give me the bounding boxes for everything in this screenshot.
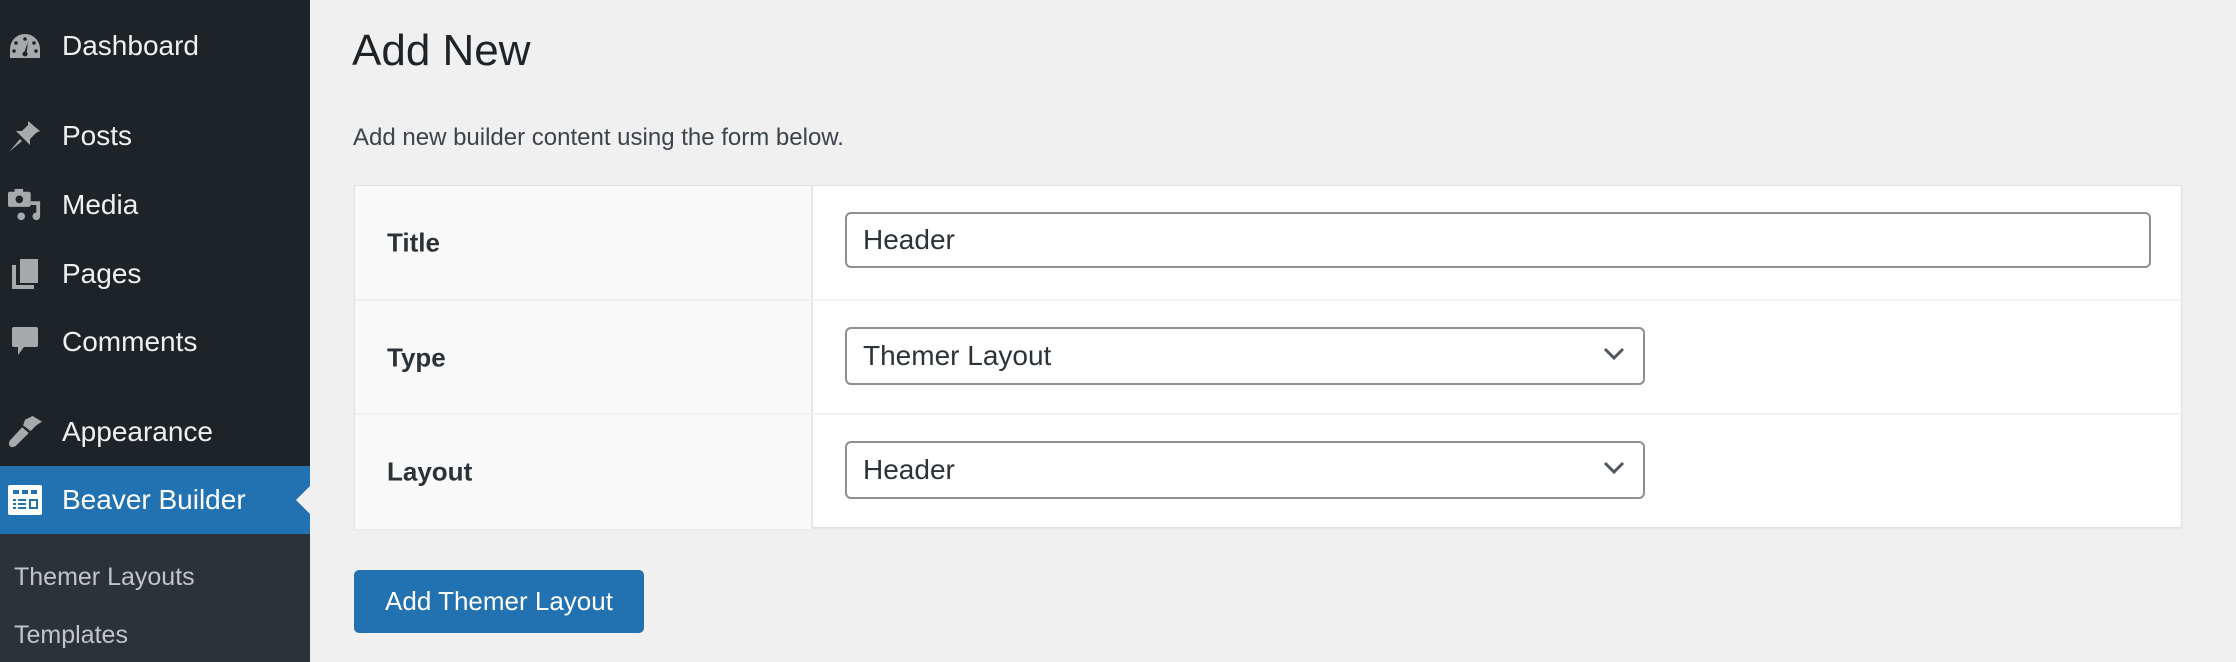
pin-icon <box>8 119 42 153</box>
submenu-item-themer-layouts[interactable]: Themer Layouts <box>14 563 195 592</box>
form-row-layout: Layout Header <box>355 413 2181 529</box>
sidebar-item-posts[interactable]: Posts <box>0 105 310 167</box>
title-input[interactable] <box>845 212 2151 268</box>
chevron-down-icon <box>1603 347 1625 361</box>
add-new-form: Title Type Themer Layout Layout Header <box>354 185 2182 529</box>
sidebar-submenu: Themer Layouts Templates <box>0 534 310 662</box>
type-select[interactable]: Themer Layout <box>845 327 1645 385</box>
page-title: Add New <box>352 26 531 75</box>
dashboard-icon <box>8 29 42 63</box>
title-label: Title <box>387 227 440 258</box>
label-cell: Layout <box>355 415 813 529</box>
type-select-value: Themer Layout <box>863 340 1052 371</box>
sidebar-item-media[interactable]: Media <box>0 174 310 236</box>
sidebar-item-pages[interactable]: Pages <box>0 243 310 305</box>
sidebar-item-beaver-builder[interactable]: Beaver Builder <box>0 466 310 534</box>
form-row-title: Title <box>355 186 2181 300</box>
active-indicator-arrow <box>296 486 310 514</box>
sidebar-item-label: Beaver Builder <box>62 484 246 515</box>
comment-icon <box>8 325 42 359</box>
media-icon <box>8 188 42 222</box>
admin-sidebar: Dashboard Posts Media Pages Comments App… <box>0 0 310 662</box>
sidebar-item-label: Dashboard <box>62 30 199 61</box>
sidebar-item-label: Comments <box>62 326 198 357</box>
sidebar-item-label: Posts <box>62 120 133 151</box>
layout-label: Layout <box>387 456 473 487</box>
submenu-item-templates[interactable]: Templates <box>14 621 128 650</box>
paintbrush-icon <box>8 415 42 449</box>
sidebar-item-comments[interactable]: Comments <box>0 311 310 373</box>
sidebar-item-dashboard[interactable]: Dashboard <box>0 15 310 77</box>
page-description: Add new builder content using the form b… <box>353 124 844 151</box>
type-label: Type <box>387 342 446 373</box>
sidebar-item-appearance[interactable]: Appearance <box>0 401 310 463</box>
layout-icon <box>8 483 42 517</box>
pages-icon <box>8 257 42 291</box>
label-cell: Title <box>355 186 813 300</box>
sidebar-item-label: Media <box>62 189 139 220</box>
sidebar-item-label: Appearance <box>62 416 214 447</box>
layout-select-value: Header <box>863 454 955 485</box>
add-themer-layout-button[interactable]: Add Themer Layout <box>354 570 644 633</box>
label-cell: Type <box>355 301 813 415</box>
layout-select[interactable]: Header <box>845 441 1645 499</box>
form-row-type: Type Themer Layout <box>355 299 2181 415</box>
sidebar-item-label: Pages <box>62 258 142 289</box>
chevron-down-icon <box>1603 461 1625 475</box>
